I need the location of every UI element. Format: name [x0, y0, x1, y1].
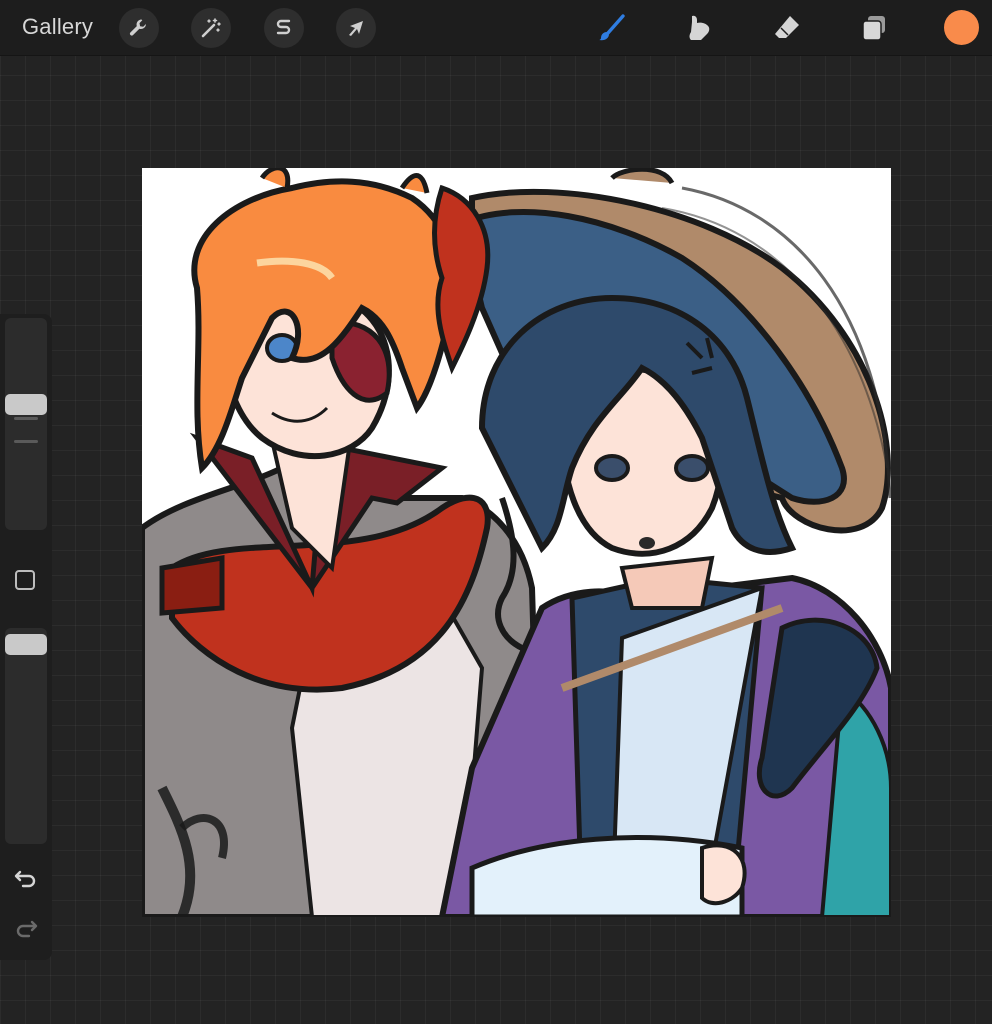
layers-icon — [862, 16, 885, 41]
drawing-canvas[interactable] — [142, 168, 891, 917]
opacity-slider[interactable] — [5, 628, 47, 844]
magic-wand-icon — [201, 18, 221, 38]
eraser-tool-button[interactable] — [767, 8, 807, 48]
layers-button[interactable] — [854, 8, 894, 48]
brush-size-slider[interactable] — [5, 318, 47, 530]
brush-size-thumb[interactable] — [5, 394, 47, 415]
redo-icon[interactable] — [12, 914, 40, 942]
modify-button[interactable] — [15, 570, 35, 590]
artwork — [142, 168, 891, 917]
smudge-finger-icon — [689, 15, 710, 40]
actions-button[interactable] — [119, 8, 159, 48]
eraser-icon — [775, 16, 799, 38]
top-toolbar: Gallery — [0, 0, 992, 56]
undo-icon[interactable] — [12, 864, 40, 892]
slider-tick — [14, 440, 38, 443]
transform-button[interactable] — [336, 8, 376, 48]
brush-tool-button[interactable] — [592, 8, 632, 48]
selection-s-icon — [276, 19, 291, 35]
selection-button[interactable] — [264, 8, 304, 48]
slider-tick — [14, 417, 38, 420]
smudge-tool-button[interactable] — [679, 8, 719, 48]
opacity-thumb[interactable] — [5, 634, 47, 655]
wrench-icon — [129, 19, 146, 36]
color-picker-button[interactable] — [944, 10, 979, 45]
adjustments-button[interactable] — [191, 8, 231, 48]
gallery-button[interactable]: Gallery — [22, 14, 93, 40]
sidebar — [0, 314, 52, 960]
arrow-cursor-icon — [349, 21, 363, 36]
brush-icon — [599, 14, 625, 41]
